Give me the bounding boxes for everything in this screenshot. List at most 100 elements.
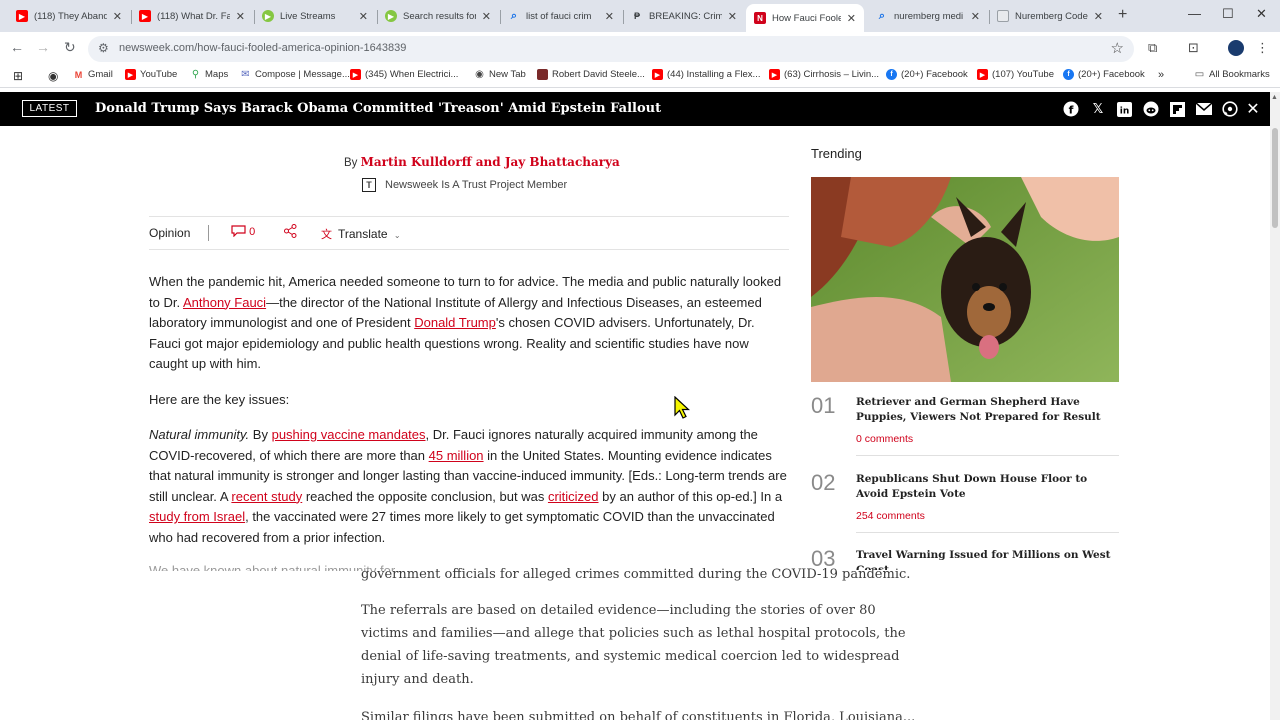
inline-link[interactable]: recent study [231,489,302,504]
overlay-document: government officials for alleged crimes … [0,567,1270,720]
trust-project-badge[interactable]: T Newsweek Is A Trust Project Member [362,178,567,192]
bookmark-item[interactable]: ◉ New Tab [474,69,526,80]
bookmark-star-icon[interactable]: ☆ [1111,39,1124,57]
bookmark-item[interactable]: ▶ YouTube [125,69,177,80]
scroll-up-icon[interactable]: ▲ [1271,94,1278,101]
inline-link[interactable]: Donald Trump [414,315,496,330]
chevron-right-icon[interactable]: » [1158,69,1164,81]
reddit-share-icon[interactable] [1142,100,1160,118]
share-icon[interactable] [284,224,297,241]
flipboard-share-icon[interactable] [1168,100,1186,118]
bookmark-item[interactable]: M Gmail [73,69,113,80]
site-info-icon[interactable]: ⚙ [98,41,109,55]
bookmark-item[interactable]: ▶ (44) Installing a Flex... [652,69,760,80]
browser-tab[interactable]: ₱ BREAKING: Crim ✕ [623,4,745,28]
extensions-icon[interactable]: ⧉ [1148,40,1157,56]
scrollbar-thumb[interactable] [1272,128,1278,228]
compose-icon: ✉ [241,69,250,80]
globe-icon[interactable]: ◉ [48,69,58,83]
menu-icon[interactable]: ⋮ [1256,40,1269,56]
folder-icon: ▭ [1194,69,1205,80]
apps-icon[interactable]: ⊞ [13,69,23,83]
author-link[interactable]: Martin Kulldorff and Jay Bhattacharya [361,155,620,169]
browser-tab[interactable]: ▶ (118) They Aband ✕ [8,4,130,28]
all-bookmarks[interactable]: ▭ All Bookmarks [1194,69,1270,80]
bookmark-item[interactable]: ▶ (345) When Electrici... [350,69,458,80]
back-icon[interactable]: ← [10,39,24,55]
close-icon[interactable]: ✕ [236,10,245,23]
comments-button[interactable]: 0 [231,225,255,238]
bookmark-item[interactable]: ▶ (63) Cirrhosis – Livin... [769,69,879,80]
window-close-icon[interactable]: ✕ [1256,6,1267,22]
close-icon[interactable]: ✕ [113,10,122,23]
url-text[interactable]: newsweek.com/how-fauci-fooled-america-op… [119,42,406,54]
article-toolbar: Opinion 0 文 Translate ⌄ [149,216,789,250]
inline-link[interactable]: study from Israel [149,509,245,524]
close-icon[interactable]: ✕ [847,12,856,25]
browser-tab[interactable]: ⌕ list of fauci crim ✕ [500,4,622,28]
rumble-icon: ▶ [385,10,397,22]
browser-tab[interactable]: Nuremberg Code ✕ [989,4,1111,28]
tab-strip: ▶ (118) They Aband ✕ ▶ (118) What Dr. Fa… [0,0,1280,32]
trending-image[interactable] [811,177,1119,382]
browser-tab[interactable]: ▶ Search results for ✕ [377,4,499,28]
divider [856,532,1119,533]
profile-avatar[interactable] [1228,40,1244,56]
address-bar[interactable]: ⚙ newsweek.com/how-fauci-fooled-america-… [88,36,1134,62]
close-icon[interactable]: ✕ [971,10,980,23]
close-icon[interactable]: ✕ [605,10,614,23]
bookmark-item[interactable]: f (20+) Facebook [886,69,968,80]
reload-icon[interactable]: ↻ [64,39,76,56]
trending-title[interactable]: Republicans Shut Down House Floor to Avo… [856,472,1111,502]
browser-tab[interactable]: ▶ Live Streams ✕ [254,4,376,28]
whatsapp-share-icon[interactable] [1221,100,1239,118]
browser-tab[interactable]: ▶ (118) What Dr. Fa ✕ [131,4,253,28]
browser-toolbar: ← → ↻ ⚙ newsweek.com/how-fauci-fooled-am… [0,32,1280,64]
linkedin-share-icon[interactable]: in [1115,100,1133,118]
latest-headline[interactable]: Donald Trump Says Barack Obama Committed… [95,101,661,116]
youtube-icon: ▶ [125,69,136,80]
browser-tab-active[interactable]: N How Fauci Foole ✕ [746,4,864,32]
bookmark-item[interactable]: ✉ Compose | Message... [240,69,350,80]
tab-search-icon[interactable]: ⊡ [1188,40,1199,56]
bookmark-item[interactable]: ⚲ Maps [190,69,228,80]
x-share-icon[interactable]: 𝕏 [1089,100,1107,118]
chevron-down-icon: ⌄ [393,231,401,240]
close-icon[interactable]: ✕ [482,10,491,23]
minimize-icon[interactable]: — [1188,6,1201,21]
overlay-paragraph: The referrals are based on detailed evid… [361,603,906,687]
maximize-icon[interactable]: ☐ [1222,6,1234,22]
browser-tab[interactable]: ⌕ nuremberg medi ✕ [868,4,988,28]
trending-comments[interactable]: 0 comments [856,433,913,445]
inline-link[interactable]: Anthony Fauci [183,295,266,310]
latest-badge: LATEST [22,100,77,117]
close-icon[interactable]: ✕ [1094,10,1103,23]
bookmark-item[interactable]: Robert David Steele... [537,69,645,80]
mouse-cursor-icon [674,396,690,419]
bookmark-item[interactable]: f (20+) Facebook [1063,69,1145,80]
trending-title[interactable]: Retriever and German Shepherd Have Puppi… [856,395,1111,425]
facebook-icon: f [886,69,897,80]
close-banner-icon[interactable]: ✕ [1244,100,1262,118]
article-body: When the pandemic hit, America needed so… [149,272,789,563]
inline-link[interactable]: pushing vaccine mandates [272,427,426,442]
forward-icon[interactable]: → [36,39,50,55]
inline-link[interactable]: criticized [548,489,599,504]
page-scrollbar[interactable]: ▲ [1270,92,1280,720]
newsweek-icon: N [754,12,766,24]
facebook-share-icon[interactable]: f [1062,100,1080,118]
youtube-icon: ▶ [350,69,361,80]
doc-icon [997,10,1009,22]
translate-button[interactable]: 文 Translate ⌄ [321,226,401,242]
search-icon: ⌕ [878,9,886,22]
section-label[interactable]: Opinion [149,226,190,240]
divider [208,225,209,241]
trending-comments[interactable]: 254 comments [856,510,925,522]
inline-link[interactable]: 45 million [429,448,484,463]
bookmark-item[interactable]: ▶ (107) YouTube [977,69,1054,80]
trending-number: 01 [811,393,836,418]
new-tab-button[interactable]: + [1118,6,1127,24]
close-icon[interactable]: ✕ [728,10,737,23]
email-share-icon[interactable] [1195,100,1213,118]
close-icon[interactable]: ✕ [359,10,368,23]
